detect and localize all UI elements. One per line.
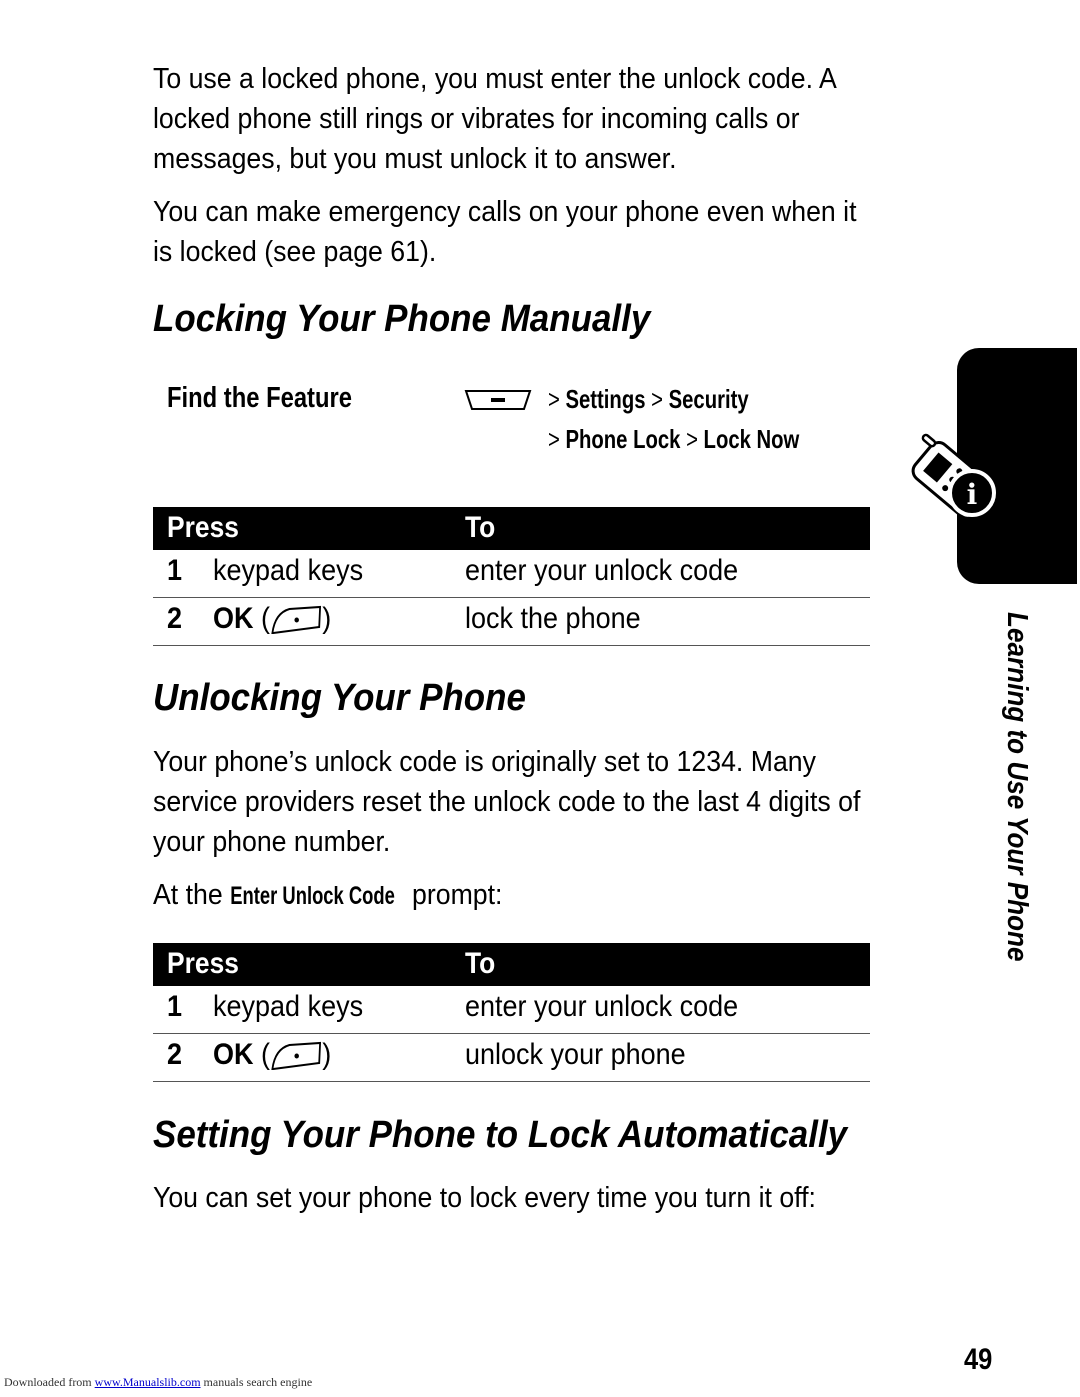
header-press: Press bbox=[167, 511, 239, 544]
find-feature-label: Find the Feature bbox=[167, 382, 352, 414]
step-number: 2 bbox=[167, 602, 183, 635]
ok-key-label: OK bbox=[213, 1038, 254, 1071]
step-number: 1 bbox=[167, 554, 183, 587]
path-separator: > bbox=[548, 384, 560, 414]
svg-text:i: i bbox=[967, 478, 978, 511]
menu-item-phone-lock[interactable]: Phone Lock bbox=[565, 424, 680, 454]
footer-prefix: Downloaded from bbox=[4, 1375, 95, 1389]
step-press: keypad keys bbox=[213, 990, 364, 1023]
header-to: To bbox=[465, 511, 496, 544]
step-press: keypad keys bbox=[213, 554, 364, 587]
step-action: enter your unlock code bbox=[465, 990, 739, 1023]
menu-path-line-2: > Phone Lock > Lock Now bbox=[548, 424, 799, 455]
menu-key-icon bbox=[464, 390, 532, 410]
path-separator: > bbox=[548, 424, 560, 454]
table-row: 2 OK () unlock your phone bbox=[153, 1034, 870, 1082]
ok-key-label: OK bbox=[213, 602, 254, 635]
page-number: 49 bbox=[964, 1343, 993, 1376]
lock-steps-table: Press To 1 keypad keys enter your unlock… bbox=[153, 507, 870, 646]
unlock-steps-table: Press To 1 keypad keys enter your unlock… bbox=[153, 943, 870, 1082]
step-number: 2 bbox=[167, 1038, 183, 1071]
heading-unlocking: Unlocking Your Phone bbox=[153, 677, 526, 719]
phone-info-icon: i bbox=[911, 433, 996, 520]
step-action: unlock your phone bbox=[465, 1038, 686, 1071]
prompt-suffix: prompt: bbox=[404, 879, 503, 911]
right-soft-key-icon bbox=[271, 1042, 322, 1071]
unlock-prompt-line: At the Enter Unlock Code prompt: bbox=[153, 875, 861, 916]
step-action: lock the phone bbox=[465, 602, 641, 635]
path-separator: > bbox=[651, 384, 663, 414]
header-press: Press bbox=[167, 947, 239, 980]
manualslib-link[interactable]: www.Manualslib.com bbox=[95, 1375, 201, 1389]
table-row: 2 OK () lock the phone bbox=[153, 598, 870, 646]
path-separator: > bbox=[686, 424, 698, 454]
menu-path-line-1: > Settings > Security bbox=[548, 384, 749, 415]
footer-suffix: manuals search engine bbox=[200, 1375, 313, 1389]
menu-item-security[interactable]: Security bbox=[669, 384, 749, 414]
right-soft-key-icon bbox=[271, 606, 322, 635]
step-number: 1 bbox=[167, 990, 183, 1023]
prompt-name: Enter Unlock Code bbox=[230, 882, 395, 910]
step-press: OK () bbox=[213, 602, 332, 635]
intro-paragraph-2: You can make emergency calls on your pho… bbox=[153, 196, 857, 268]
table-row: 1 keypad keys enter your unlock code bbox=[153, 550, 870, 598]
footer-note: Downloaded from www.Manualslib.com manua… bbox=[4, 1375, 312, 1390]
table-row: 1 keypad keys enter your unlock code bbox=[153, 986, 870, 1034]
table-header: Press To bbox=[153, 507, 870, 550]
heading-auto-lock: Setting Your Phone to Lock Automatically bbox=[153, 1114, 848, 1156]
step-action: enter your unlock code bbox=[465, 554, 739, 587]
auto-lock-paragraph: You can set your phone to lock every tim… bbox=[153, 1182, 816, 1214]
unlocking-paragraph: Your phone’s unlock code is originally s… bbox=[153, 746, 861, 858]
menu-item-settings[interactable]: Settings bbox=[565, 384, 645, 414]
prompt-prefix: At the bbox=[153, 879, 231, 911]
step-press: OK () bbox=[213, 1038, 332, 1071]
intro-paragraph-1: To use a locked phone, you must enter th… bbox=[153, 63, 836, 175]
section-title-vertical: Learning to Use Your Phone bbox=[1001, 612, 1033, 962]
heading-locking: Locking Your Phone Manually bbox=[153, 298, 651, 340]
table-header: Press To bbox=[153, 943, 870, 986]
menu-item-lock-now[interactable]: Lock Now bbox=[704, 424, 800, 454]
header-to: To bbox=[465, 947, 496, 980]
